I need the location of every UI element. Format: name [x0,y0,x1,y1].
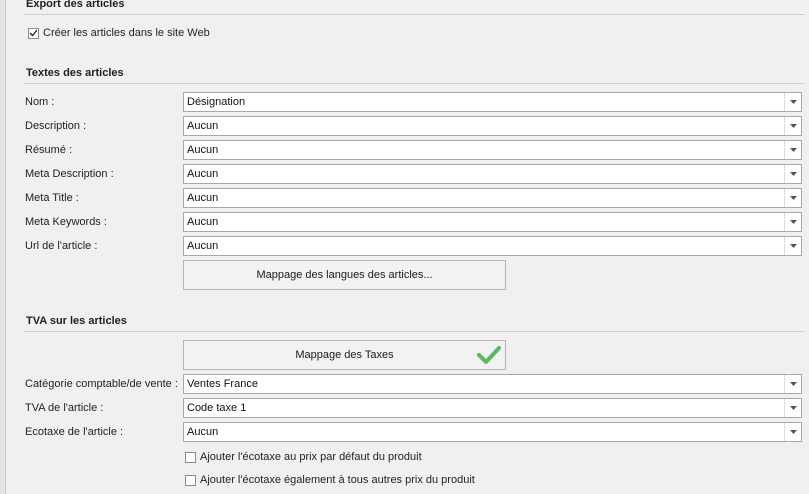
meta-title-label: Meta Title : [25,192,79,204]
resume-select-value: Aucun [187,144,219,156]
create-articles-checkbox[interactable]: Créer les articles dans le site Web [28,27,210,39]
meta-description-select[interactable]: Aucun [183,164,802,184]
section-title-tva: TVA sur les articles [26,315,127,327]
ecotaxe-all-prices-label: Ajouter l'écotaxe également à tous autre… [200,474,475,486]
language-mapping-button[interactable]: Mappage des langues des articles... [183,260,506,290]
dropdown-arrow-icon[interactable] [784,117,801,135]
checkbox-box[interactable] [28,27,39,39]
nom-select[interactable]: Désignation [183,92,802,112]
dropdown-arrow-icon[interactable] [784,237,801,255]
checkmark-icon [29,29,38,37]
dropdown-arrow-icon[interactable] [784,213,801,231]
tva-select[interactable]: Code taxe 1 [183,398,802,418]
meta-description-select-value: Aucun [187,168,219,180]
ecotaxe-select-value: Aucun [187,426,219,438]
ecotaxe-select[interactable]: Aucun [183,422,802,442]
ecotaxe-label: Ecotaxe de l'article : [25,426,124,438]
categorie-select-value: Ventes France [187,378,258,390]
ecotaxe-default-price-label: Ajouter l'écotaxe au prix par défaut du … [200,451,422,463]
green-check-icon [477,346,501,364]
tva-select-value: Code taxe 1 [187,402,247,414]
categorie-select[interactable]: Ventes France [183,374,802,394]
dropdown-arrow-icon[interactable] [784,141,801,159]
url-select-value: Aucun [187,240,219,252]
tax-mapping-button[interactable]: Mappage des Taxes [183,340,506,370]
dropdown-arrow-icon[interactable] [784,423,801,441]
section-divider [24,14,805,15]
meta-keywords-label: Meta Keywords : [25,216,107,228]
section-divider [24,83,805,84]
resume-label: Résumé : [25,144,73,156]
url-label: Url de l'article : [25,240,98,252]
section-divider [24,331,805,332]
dropdown-arrow-icon[interactable] [784,93,801,111]
nom-select-value: Désignation [187,96,246,108]
create-articles-label: Créer les articles dans le site Web [43,27,210,39]
url-select[interactable]: Aucun [183,236,802,256]
meta-description-label: Meta Description : [25,168,114,180]
description-select[interactable]: Aucun [183,116,802,136]
dropdown-arrow-icon[interactable] [784,165,801,183]
categorie-label: Catégorie comptable/de vente : [25,378,178,390]
tva-label: TVA de l'article : [25,402,104,414]
checkbox-box[interactable] [185,474,196,486]
resume-select[interactable]: Aucun [183,140,802,160]
ecotaxe-default-price-checkbox[interactable]: Ajouter l'écotaxe au prix par défaut du … [185,451,422,463]
dropdown-arrow-icon[interactable] [784,399,801,417]
tax-mapping-button-label: Mappage des Taxes [295,349,394,361]
meta-title-select-value: Aucun [187,192,219,204]
dropdown-arrow-icon[interactable] [784,189,801,207]
meta-title-select[interactable]: Aucun [183,188,802,208]
section-title-textes: Textes des articles [26,67,124,79]
nom-label: Nom : [25,96,55,108]
description-label: Description : [25,120,87,132]
section-title-export: Export des articles [26,0,125,10]
meta-keywords-select-value: Aucun [187,216,219,228]
meta-keywords-select[interactable]: Aucun [183,212,802,232]
language-mapping-button-label: Mappage des langues des articles... [256,269,433,281]
left-panel-edge [0,0,6,494]
dropdown-arrow-icon[interactable] [784,375,801,393]
ecotaxe-all-prices-checkbox[interactable]: Ajouter l'écotaxe également à tous autre… [185,474,475,486]
checkbox-box[interactable] [185,451,196,463]
description-select-value: Aucun [187,120,219,132]
